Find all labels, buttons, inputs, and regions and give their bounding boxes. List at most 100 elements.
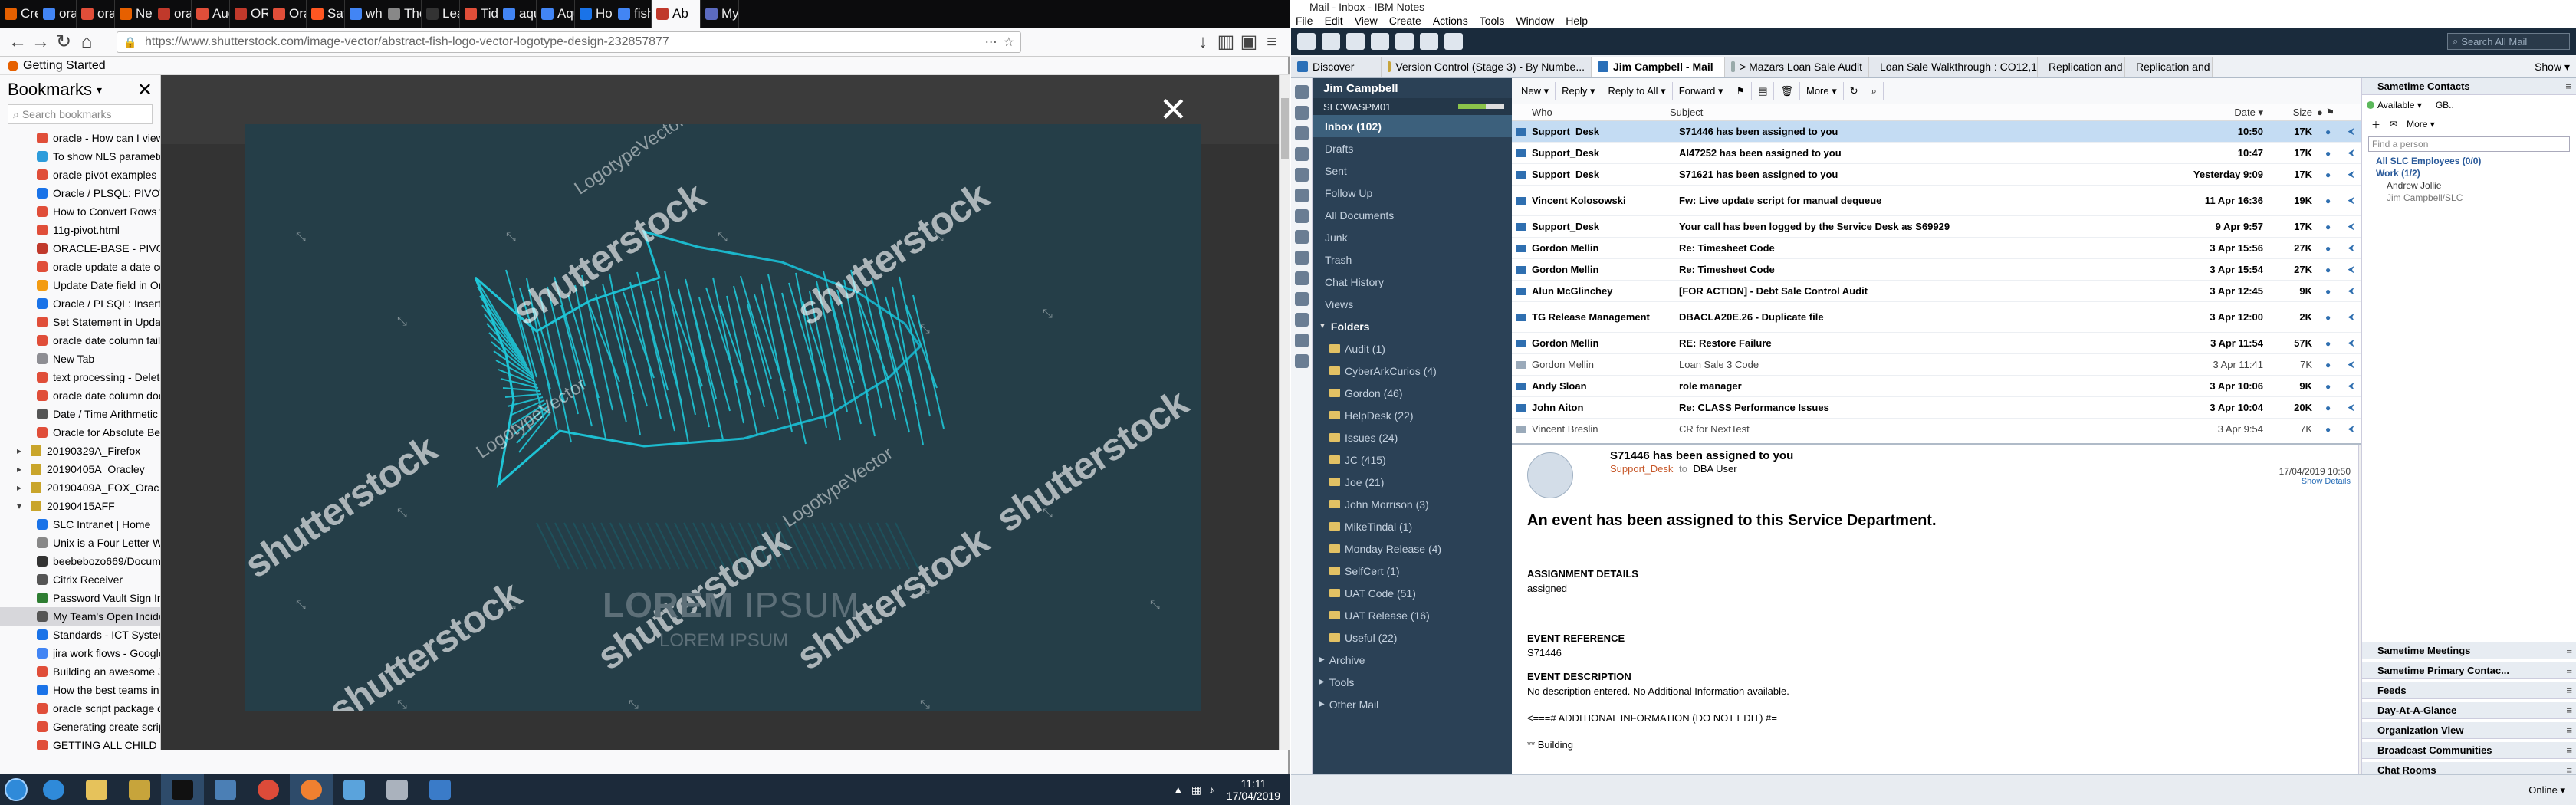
message-row[interactable]: Support_Desk AI47252 has been assigned to… — [1512, 143, 2363, 164]
browser-tab[interactable]: when — [345, 0, 383, 28]
action-button[interactable]: New ▾ — [1515, 81, 1556, 100]
twisty-icon[interactable]: ▾ — [17, 501, 28, 511]
col-size[interactable]: Size — [2271, 107, 2317, 118]
folder-item[interactable]: John Morrison (3) — [1313, 493, 1512, 515]
notes-tab[interactable]: Version Control (Stage 3) - By Numbe... — [1382, 57, 1592, 77]
menu-item[interactable]: Actions — [1433, 15, 1468, 27]
nav-section[interactable]: ▶ Archive — [1313, 649, 1512, 671]
network-tray-icon[interactable]: ▦ — [1191, 784, 1201, 797]
nav-item[interactable]: Drafts — [1313, 137, 1512, 159]
message-row[interactable]: Andy Sloan role manager 3 Apr 10:06 9K ● ⮜ — [1512, 376, 2363, 397]
bookmark-item[interactable]: Citrix Receiver — [0, 570, 160, 589]
sidebar-panel-header[interactable]: Day-At-A-Glance ≡ — [2362, 702, 2576, 719]
terminal-icon[interactable] — [161, 774, 204, 805]
action-button[interactable]: Reply to All ▾ — [1602, 81, 1673, 100]
flag-icon[interactable]: ⚑ — [1730, 81, 1753, 100]
bookmark-item[interactable]: How the best teams in t — [0, 681, 160, 699]
bookmark-item[interactable]: Password Vault Sign In — [0, 589, 160, 607]
folder-item[interactable]: HelpDesk (22) — [1313, 404, 1512, 426]
browser-tab[interactable]: Creat — [0, 0, 38, 28]
reload-icon[interactable]: ↻ — [52, 31, 75, 54]
nav-item[interactable]: All Documents — [1313, 204, 1512, 226]
start-button[interactable] — [0, 774, 32, 805]
contacts-icon[interactable] — [1295, 127, 1309, 140]
availability-status[interactable]: Available ▾ GB.. — [2362, 95, 2576, 115]
volume-icon[interactable]: ♪ — [1209, 784, 1214, 796]
bookmark-item[interactable]: ORACLE-BASE - PIVOT a — [0, 239, 160, 258]
search-icon[interactable]: ⌕ — [1865, 81, 1884, 100]
sidebar-panel-header[interactable]: Organization View ≡ — [2362, 722, 2576, 739]
bookmark-item[interactable]: oracle date column fails — [0, 331, 160, 350]
col-date[interactable]: Date ▾ — [2179, 107, 2271, 119]
panel-menu-icon[interactable]: ≡ — [2566, 705, 2572, 716]
twisty-icon[interactable]: ▸ — [17, 482, 28, 493]
bookmark-item[interactable]: New Tab — [0, 350, 160, 368]
bookmark-item[interactable]: SLC Intranet | Home — [0, 515, 160, 534]
folder-item[interactable]: Monday Release (4) — [1313, 537, 1512, 560]
close-icon[interactable]: ✕ — [137, 79, 153, 101]
folder-item[interactable]: MikeTindal (1) — [1313, 515, 1512, 537]
bookmark-item[interactable]: oracle update a date col — [0, 258, 160, 276]
browser-tab[interactable]: Home — [575, 0, 613, 28]
online-status[interactable]: Online ▾ — [2528, 784, 2576, 797]
page-scrollbar[interactable] — [1279, 75, 1290, 750]
browser-tab[interactable]: Aqua — [537, 0, 575, 28]
chrome-icon[interactable] — [247, 774, 290, 805]
refresh-icon[interactable]: ↻ — [1844, 81, 1865, 100]
browser-tab[interactable]: Satya — [307, 0, 345, 28]
bookmark-item[interactable]: oracle script package do — [0, 699, 160, 718]
menu-item[interactable]: Tools — [1480, 15, 1505, 27]
panel-menu-icon[interactable]: ≡ — [2566, 665, 2572, 676]
contacts-icon[interactable] — [1346, 33, 1365, 50]
message-row[interactable]: Gordon Mellin Re: Timesheet Code 3 Apr 15:… — [1512, 259, 2363, 281]
bookmark-item[interactable]: text processing - Delete — [0, 368, 160, 386]
phone-icon[interactable] — [1295, 189, 1309, 202]
panel-menu-icon[interactable]: ≡ — [2565, 80, 2571, 92]
col-flags[interactable]: ● ⚑ — [2317, 107, 2363, 119]
message-row[interactable]: Support_Desk Your call has been logged by… — [1512, 216, 2363, 238]
action-button[interactable]: Reply ▾ — [1556, 81, 1602, 100]
message-row[interactable]: Support_Desk S71621 has been assigned to … — [1512, 164, 2363, 186]
browser-tab[interactable]: oracle — [153, 0, 192, 28]
home-icon[interactable] — [1395, 33, 1414, 50]
ie-icon[interactable] — [32, 774, 75, 805]
message-row[interactable]: Gordon Mellin Re: Timesheet Code 3 Apr 15:… — [1512, 238, 2363, 259]
menu-item[interactable]: Create — [1389, 15, 1421, 27]
bookmark-item[interactable]: Standards - ICT Systems — [0, 626, 160, 644]
bookmark-item[interactable]: 11g-pivot.html — [0, 221, 160, 239]
col-subject[interactable]: Subject — [1665, 107, 2179, 118]
browser-tab[interactable]: New — [115, 0, 153, 28]
bookmark-item[interactable]: Generating create script — [0, 718, 160, 736]
bookmark-star-icon[interactable]: ☆ — [1004, 34, 1014, 50]
more-menu[interactable]: More ▾ — [2407, 119, 2435, 130]
clock[interactable]: 11:11 17/04/2019 — [1227, 777, 1280, 802]
bookmark-folder[interactable]: ▸ 20190405A_Oracley — [0, 460, 160, 478]
sidebar-icon[interactable]: ▣ — [1237, 31, 1260, 54]
folder-item[interactable]: UAT Code (51) — [1313, 582, 1512, 604]
contact-andrew[interactable]: Andrew Jollie — [2362, 179, 2576, 192]
browser-tab[interactable]: ORAC — [230, 0, 268, 28]
web-icon[interactable] — [1295, 354, 1309, 368]
message-row[interactable]: TG Release Management DBACLA20E.26 - Dupl… — [1512, 302, 2363, 333]
todo-icon[interactable] — [1371, 33, 1389, 50]
notes-tab[interactable]: Discover — [1291, 57, 1382, 77]
notes-tab[interactable]: Jim Campbell - Mail — [1592, 57, 1725, 77]
folders-header[interactable]: ▼ Folders — [1313, 315, 1512, 337]
notes-tab[interactable]: Loan Sale Walkthrough : CO12,1, ... — [1869, 57, 2038, 77]
home-icon[interactable]: ⌂ — [75, 31, 98, 54]
notes-icon[interactable] — [333, 774, 376, 805]
nav-item[interactable]: Views — [1313, 293, 1512, 315]
folder-move-icon[interactable]: ▤ — [1752, 81, 1775, 100]
mail-icon[interactable] — [1295, 85, 1309, 99]
twisty-icon[interactable]: ▸ — [17, 445, 28, 456]
downloads-icon[interactable]: ↓ — [1191, 31, 1214, 54]
add-contact-icon[interactable]: ＋ — [2371, 118, 2380, 131]
browser-tab[interactable]: oracle — [38, 0, 77, 28]
feeds-icon[interactable] — [1295, 209, 1309, 223]
menu-item[interactable]: Window — [1516, 15, 1554, 27]
mail-icon[interactable] — [1297, 33, 1316, 50]
activities-icon[interactable] — [1295, 230, 1309, 244]
message-row[interactable]: Alun McGlinchey [FOR ACTION] - Debt Sale … — [1512, 281, 2363, 302]
sametime-icon[interactable] — [1444, 33, 1463, 50]
library-icon[interactable]: ▥ — [1214, 31, 1237, 54]
